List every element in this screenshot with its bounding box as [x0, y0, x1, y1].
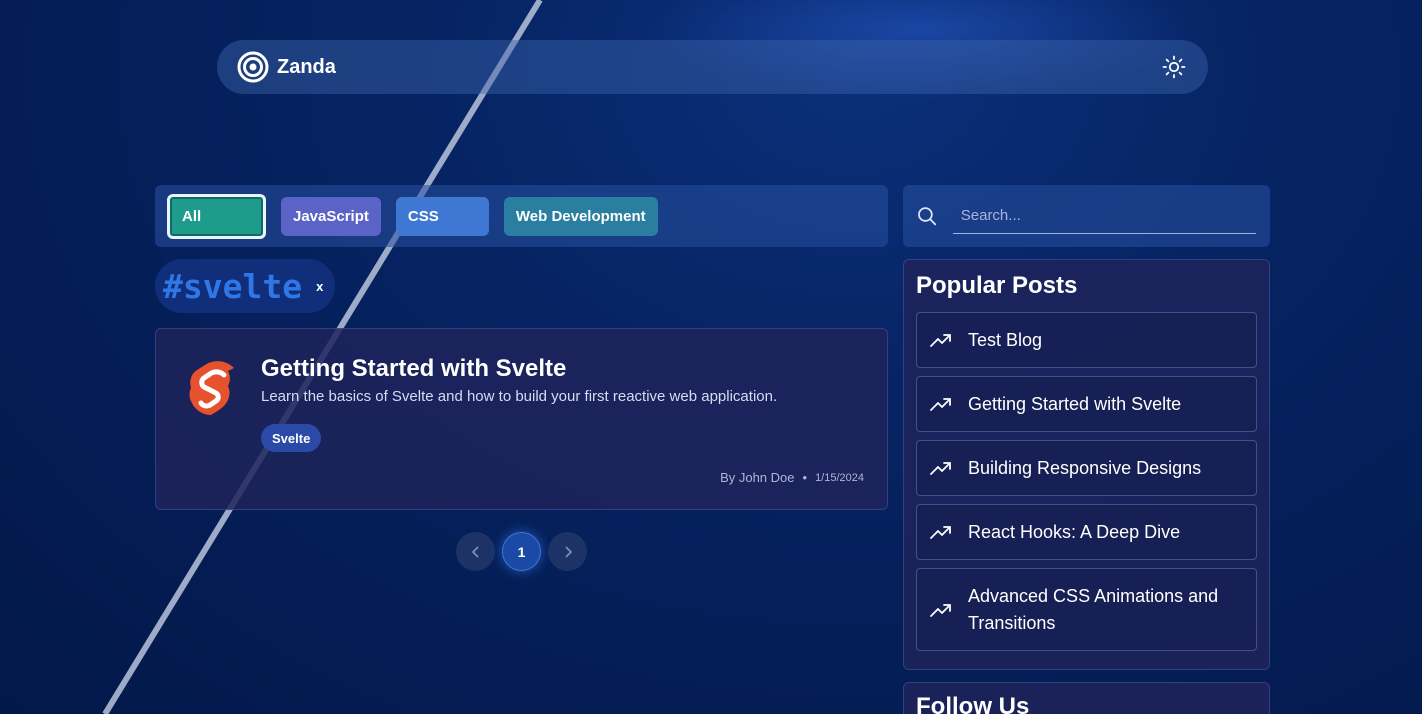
popular-post-item[interactable]: Getting Started with Svelte — [916, 376, 1257, 432]
follow-us-panel: Follow Us — [903, 682, 1270, 714]
trending-up-icon — [930, 334, 951, 347]
follow-us-title: Follow Us — [916, 693, 1030, 714]
post-date: 1/15/2024 — [815, 471, 864, 484]
popular-posts-title: Popular Posts — [916, 272, 1078, 299]
popular-post-label: Test Blog — [968, 329, 1043, 350]
filter-chip-all[interactable]: All — [167, 193, 266, 239]
popular-post-label: Building Responsive Designs — [968, 457, 1202, 478]
popular-post-item[interactable]: Test Blog — [916, 312, 1257, 368]
target-logo-icon — [237, 51, 269, 83]
search-input[interactable] — [952, 198, 1256, 234]
post-card[interactable]: Getting Started with Svelte Learn the ba… — [155, 328, 888, 510]
chevron-right-icon — [564, 545, 572, 558]
sun-icon — [1162, 55, 1186, 79]
active-tag-label: #svelte — [163, 266, 303, 306]
top-navbar: Zanda — [217, 40, 1208, 94]
active-tag-filter: #svelte x — [155, 259, 335, 313]
popular-post-item[interactable]: Building Responsive Designs — [916, 440, 1257, 496]
theme-toggle-button[interactable] — [1160, 53, 1188, 81]
page-button-current[interactable]: 1 — [502, 532, 541, 571]
trending-up-icon — [930, 603, 951, 617]
search-box — [903, 185, 1270, 247]
prev-page-button[interactable] — [456, 532, 495, 571]
popular-post-label: Getting Started with Svelte — [968, 393, 1182, 414]
meta-separator: • — [802, 470, 808, 485]
post-tag-badge[interactable]: Svelte — [261, 424, 322, 452]
pagination: 1 — [456, 532, 587, 571]
popular-posts-panel: Popular Posts Test Blog Getting Started … — [903, 259, 1270, 670]
svelte-logo-icon — [189, 361, 234, 415]
chevron-left-icon — [471, 545, 479, 558]
clear-tag-button[interactable]: x — [316, 279, 323, 294]
popular-post-item[interactable]: Advanced CSS Animations and Transitions — [916, 568, 1257, 651]
search-icon — [918, 207, 937, 226]
filter-chip-javascript[interactable]: JavaScript — [281, 196, 381, 236]
popular-post-label: Advanced CSS Animations and Transitions — [968, 585, 1219, 633]
brand-logo[interactable]: Zanda — [237, 51, 336, 83]
popular-post-item[interactable]: React Hooks: A Deep Dive — [916, 504, 1257, 560]
trending-up-icon — [930, 526, 951, 539]
next-page-button[interactable] — [548, 532, 587, 571]
post-title[interactable]: Getting Started with Svelte — [261, 355, 566, 383]
post-meta: By John Doe • 1/15/2024 — [720, 470, 864, 485]
trending-up-icon — [930, 398, 951, 411]
post-author: By John Doe — [720, 470, 795, 485]
filter-chip-web-development[interactable]: Web Development — [503, 196, 658, 236]
popular-post-label: React Hooks: A Deep Dive — [968, 521, 1181, 542]
post-description: Learn the basics of Svelte and how to bu… — [261, 388, 778, 405]
trending-up-icon — [930, 462, 951, 475]
brand-name: Zanda — [277, 55, 336, 78]
category-filter-bar: All JavaScript CSS Web Development — [155, 185, 888, 247]
filter-chip-css[interactable]: CSS — [395, 196, 489, 236]
